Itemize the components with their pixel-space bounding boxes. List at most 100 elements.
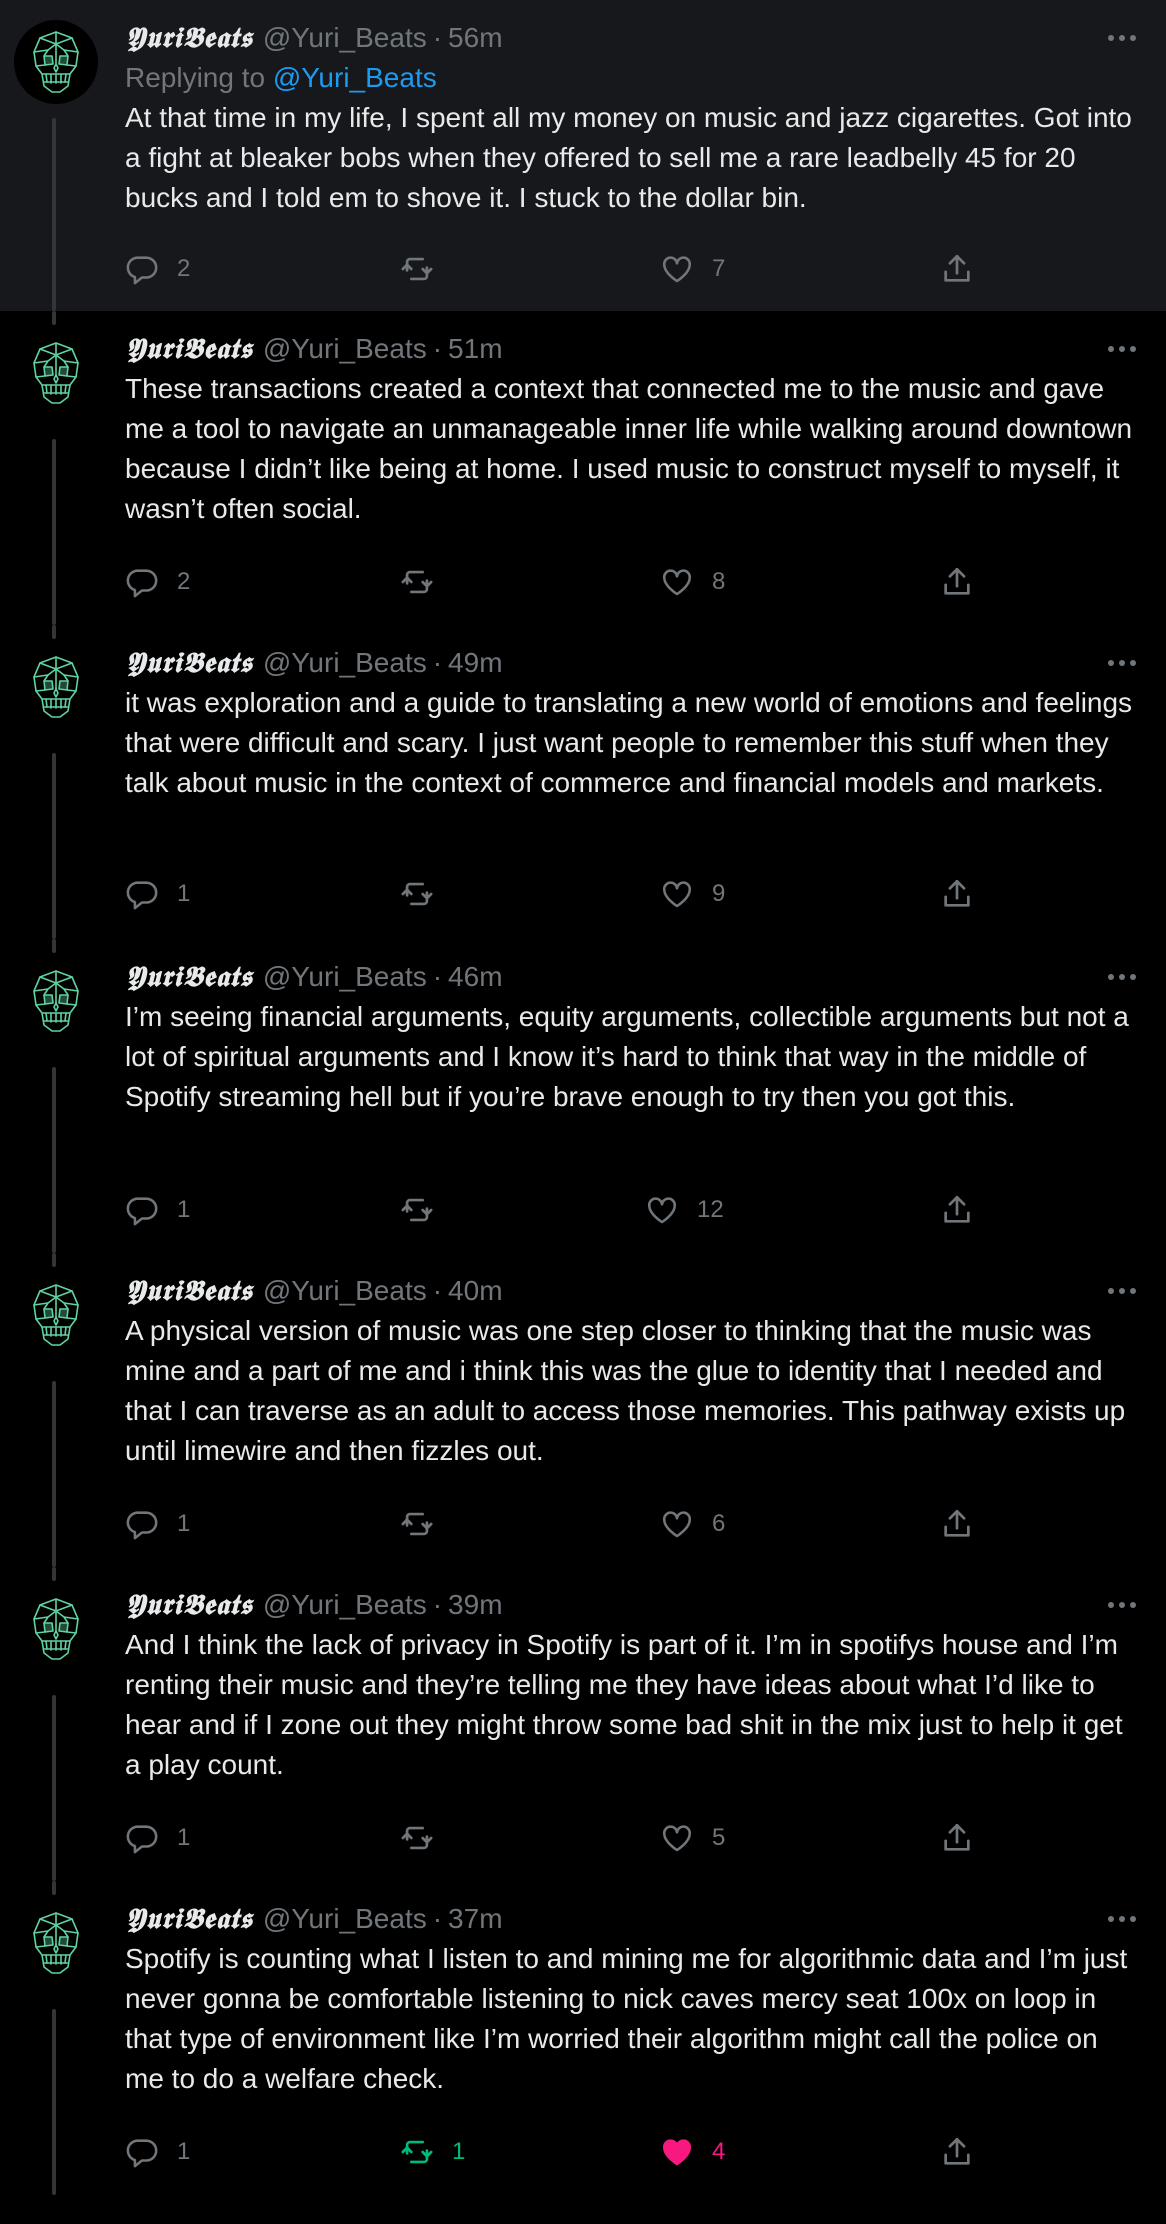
reply-icon <box>126 1825 158 1854</box>
retweet-icon <box>401 1826 433 1850</box>
reply-icon <box>126 1197 158 1226</box>
share-button[interactable] <box>940 871 974 917</box>
reply-button[interactable]: 2 <box>125 246 190 292</box>
tweet[interactable]: 𝖄𝖚𝖗𝖎𝕭𝖊𝖆𝖙𝖘 @Yuri_Beats · 40m A physical v… <box>0 1253 1166 1567</box>
avatar[interactable] <box>14 1587 98 1671</box>
tweet-actions: 1 1 4 <box>125 2129 985 2175</box>
separator: · <box>432 647 443 678</box>
timestamp[interactable]: 37m <box>448 1899 502 1939</box>
retweet-button[interactable] <box>400 246 452 292</box>
retweet-button[interactable]: 1 <box>400 2129 465 2175</box>
share-button[interactable] <box>940 246 974 292</box>
reply-button[interactable]: 2 <box>125 559 190 605</box>
display-name[interactable]: 𝖄𝖚𝖗𝖎𝕭𝖊𝖆𝖙𝖘 <box>125 643 253 683</box>
tweet-header: 𝖄𝖚𝖗𝖎𝕭𝖊𝖆𝖙𝖘 @Yuri_Beats · 51m <box>125 329 1136 369</box>
avatar[interactable] <box>14 1901 98 1985</box>
retweet-button[interactable] <box>400 1501 452 1547</box>
like-button[interactable]: 6 <box>660 1501 725 1547</box>
more-icon[interactable] <box>1108 957 1136 997</box>
tweet[interactable]: 𝖄𝖚𝖗𝖎𝕭𝖊𝖆𝖙𝖘 @Yuri_Beats · 56m Replying to … <box>0 0 1166 311</box>
more-icon[interactable] <box>1108 18 1136 58</box>
timestamp[interactable]: 46m <box>448 957 502 997</box>
like-button[interactable]: 9 <box>660 871 725 917</box>
reply-count: 1 <box>177 880 191 907</box>
replying-to: Replying to @Yuri_Beats <box>125 58 1136 98</box>
reply-button[interactable]: 1 <box>125 1187 190 1233</box>
tweet[interactable]: 𝖄𝖚𝖗𝖎𝕭𝖊𝖆𝖙𝖘 @Yuri_Beats · 46m I’m seeing f… <box>0 939 1166 1253</box>
retweet-button[interactable] <box>400 559 452 605</box>
share-button[interactable] <box>940 559 974 605</box>
share-button[interactable] <box>940 1815 974 1861</box>
user-handle[interactable]: @Yuri_Beats <box>263 643 427 683</box>
share-button[interactable] <box>940 2129 974 2175</box>
more-icon[interactable] <box>1108 1899 1136 1939</box>
timestamp[interactable]: 40m <box>448 1271 502 1311</box>
timestamp[interactable]: 39m <box>448 1585 502 1625</box>
display-name[interactable]: 𝖄𝖚𝖗𝖎𝕭𝖊𝖆𝖙𝖘 <box>125 957 253 997</box>
like-button[interactable]: 12 <box>645 1187 724 1233</box>
user-handle[interactable]: @Yuri_Beats <box>263 329 427 369</box>
like-button[interactable]: 5 <box>660 1815 725 1861</box>
user-handle[interactable]: @Yuri_Beats <box>263 1585 427 1625</box>
tweet-text: At that time in my life, I spent all my … <box>125 102 1132 213</box>
heart-icon <box>662 881 692 908</box>
more-icon[interactable] <box>1108 1585 1136 1625</box>
timestamp[interactable]: 49m <box>448 643 502 683</box>
reply-count: 1 <box>177 1196 191 1223</box>
reply-button[interactable]: 1 <box>125 1501 190 1547</box>
reply-count: 2 <box>177 568 191 595</box>
thread-line <box>52 1695 56 1881</box>
tweet[interactable]: 𝖄𝖚𝖗𝖎𝕭𝖊𝖆𝖙𝖘 @Yuri_Beats · 37m Spotify is c… <box>0 1881 1166 2195</box>
thread-line <box>52 939 56 953</box>
heart-icon <box>662 1511 692 1538</box>
like-count: 6 <box>712 1510 726 1537</box>
avatar[interactable] <box>14 959 98 1043</box>
more-icon[interactable] <box>1108 329 1136 369</box>
retweet-button[interactable] <box>400 1187 452 1233</box>
tweet[interactable]: 𝖄𝖚𝖗𝖎𝕭𝖊𝖆𝖙𝖘 @Yuri_Beats · 39m And I think … <box>0 1567 1166 1881</box>
user-handle[interactable]: @Yuri_Beats <box>263 18 427 58</box>
display-name[interactable]: 𝖄𝖚𝖗𝖎𝕭𝖊𝖆𝖙𝖘 <box>125 1271 253 1311</box>
display-name[interactable]: 𝖄𝖚𝖗𝖎𝕭𝖊𝖆𝖙𝖘 <box>125 329 253 369</box>
tweet[interactable]: 𝖄𝖚𝖗𝖎𝕭𝖊𝖆𝖙𝖘 @Yuri_Beats · 51m These transa… <box>0 311 1166 625</box>
user-handle[interactable]: @Yuri_Beats <box>263 1899 427 1939</box>
timestamp[interactable]: 51m <box>448 329 502 369</box>
user-handle[interactable]: @Yuri_Beats <box>263 1271 427 1311</box>
like-button[interactable]: 8 <box>660 559 725 605</box>
reply-button[interactable]: 1 <box>125 2129 190 2175</box>
more-icon[interactable] <box>1108 1271 1136 1311</box>
like-button[interactable]: 4 <box>660 2129 725 2175</box>
separator: · <box>432 1589 443 1620</box>
replying-prefix: Replying to <box>125 62 266 93</box>
tweet-text: And I think the lack of privacy in Spoti… <box>125 1629 1123 1780</box>
avatar[interactable] <box>14 1273 98 1357</box>
tweet[interactable]: 𝖄𝖚𝖗𝖎𝕭𝖊𝖆𝖙𝖘 @Yuri_Beats · 49m it was explo… <box>0 625 1166 939</box>
reply-button[interactable]: 1 <box>125 1815 190 1861</box>
thread-line <box>52 1567 56 1581</box>
avatar[interactable] <box>14 645 98 729</box>
display-name[interactable]: 𝖄𝖚𝖗𝖎𝕭𝖊𝖆𝖙𝖘 <box>125 1585 253 1625</box>
display-name[interactable]: 𝖄𝖚𝖗𝖎𝕭𝖊𝖆𝖙𝖘 <box>125 1899 253 1939</box>
tweet-header: 𝖄𝖚𝖗𝖎𝕭𝖊𝖆𝖙𝖘 @Yuri_Beats · 39m <box>125 1585 1136 1625</box>
replying-to-link[interactable]: @Yuri_Beats <box>273 62 437 93</box>
avatar[interactable] <box>14 331 98 415</box>
skull-avatar-icon <box>33 970 79 1032</box>
share-icon <box>944 1509 970 1537</box>
tweet-text: it was exploration and a guide to transl… <box>125 687 1133 798</box>
tweet-text: A physical version of music was one step… <box>125 1315 1126 1466</box>
reply-button[interactable]: 1 <box>125 871 190 917</box>
like-button[interactable]: 7 <box>660 246 725 292</box>
retweet-button[interactable] <box>400 1815 452 1861</box>
share-button[interactable] <box>940 1187 974 1233</box>
timestamp[interactable]: 56m <box>448 18 502 58</box>
retweet-button[interactable] <box>400 871 452 917</box>
tweet-actions: 1 9 <box>125 871 985 917</box>
user-handle[interactable]: @Yuri_Beats <box>263 957 427 997</box>
skull-avatar-icon <box>33 1598 79 1660</box>
share-button[interactable] <box>940 1501 974 1547</box>
reply-icon <box>126 881 158 910</box>
avatar[interactable] <box>14 20 98 104</box>
display-name[interactable]: 𝖄𝖚𝖗𝖎𝕭𝖊𝖆𝖙𝖘 <box>125 18 253 58</box>
more-icon[interactable] <box>1108 643 1136 683</box>
separator: · <box>432 961 443 992</box>
